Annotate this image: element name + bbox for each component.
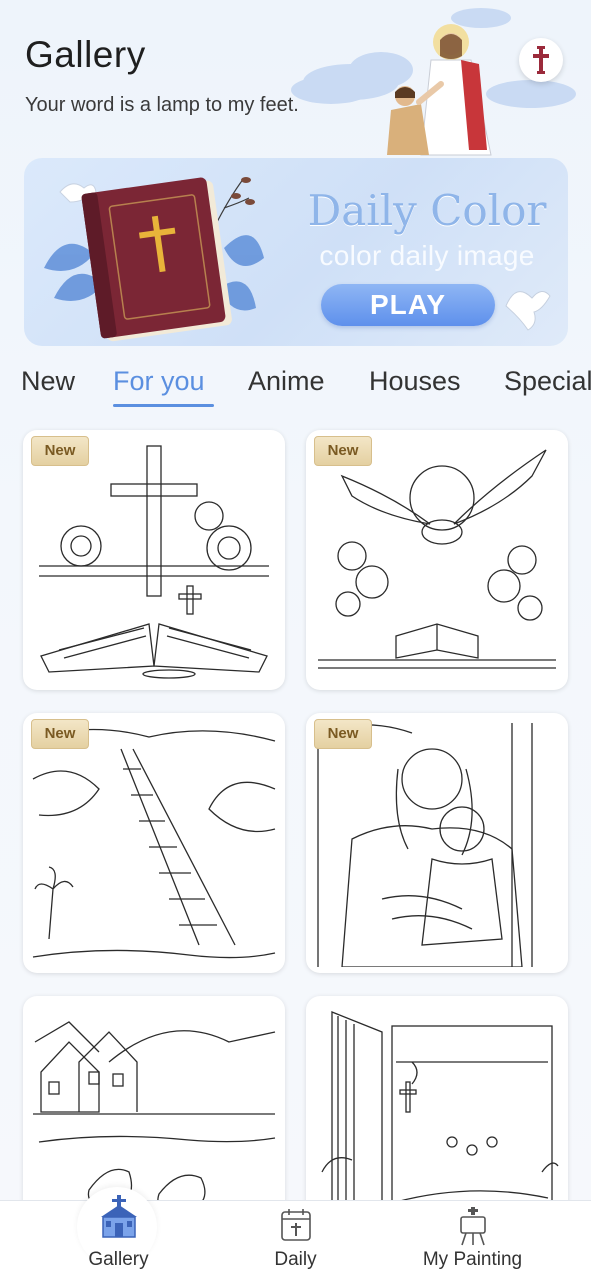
page-title: Gallery xyxy=(25,34,146,75)
ladder-artwork xyxy=(32,728,276,959)
cross-bible-artwork xyxy=(39,445,269,679)
coloring-card[interactable]: New xyxy=(306,430,568,690)
church-icon xyxy=(100,1195,137,1238)
jesus-embrace-artwork xyxy=(317,723,533,967)
easel-icon xyxy=(459,1207,486,1246)
tab-houses[interactable]: Houses xyxy=(369,366,461,397)
tab-for-you[interactable]: For you xyxy=(113,366,205,397)
play-button[interactable]: PLAY xyxy=(321,284,495,326)
new-badge: New xyxy=(314,719,372,749)
tab-special[interactable]: Special xyxy=(504,366,591,397)
new-badge: New xyxy=(314,436,372,466)
tab-anime[interactable]: Anime xyxy=(248,366,325,397)
nav-my-painting-label: My Painting xyxy=(422,1249,523,1270)
cross-icon xyxy=(533,46,549,74)
nav-daily[interactable]: Daily xyxy=(197,1201,394,1281)
daily-color-banner[interactable]: Daily Color color daily image PLAY xyxy=(24,158,568,346)
bible-illustration xyxy=(44,177,264,342)
cross-button[interactable] xyxy=(519,38,563,82)
tab-new[interactable]: New xyxy=(21,366,75,397)
coloring-card[interactable]: New xyxy=(23,430,285,690)
nav-my-painting[interactable]: My Painting xyxy=(374,1201,571,1281)
dove-icon xyxy=(505,291,551,331)
bottom-navigation: Gallery Daily My Painting xyxy=(0,1187,591,1281)
page-subtitle: Your word is a lamp to my feet. xyxy=(25,94,299,116)
banner-subtitle: color daily image xyxy=(319,240,535,271)
nav-gallery-label: Gallery xyxy=(88,1249,149,1270)
active-tab-indicator xyxy=(113,404,214,407)
nav-daily-label: Daily xyxy=(274,1249,317,1270)
nav-gallery[interactable]: Gallery xyxy=(20,1195,217,1281)
dove-bible-artwork xyxy=(318,449,556,669)
new-badge: New xyxy=(31,719,89,749)
category-tabs: New For you Anime Houses Special xyxy=(0,362,591,412)
calendar-icon xyxy=(280,1209,311,1241)
banner-title: Daily Color xyxy=(307,186,547,235)
coloring-card[interactable]: New xyxy=(306,713,568,973)
new-badge: New xyxy=(31,436,89,466)
header: Gallery Your word is a lamp to my feet. xyxy=(0,0,591,156)
coloring-card[interactable]: New xyxy=(23,713,285,973)
